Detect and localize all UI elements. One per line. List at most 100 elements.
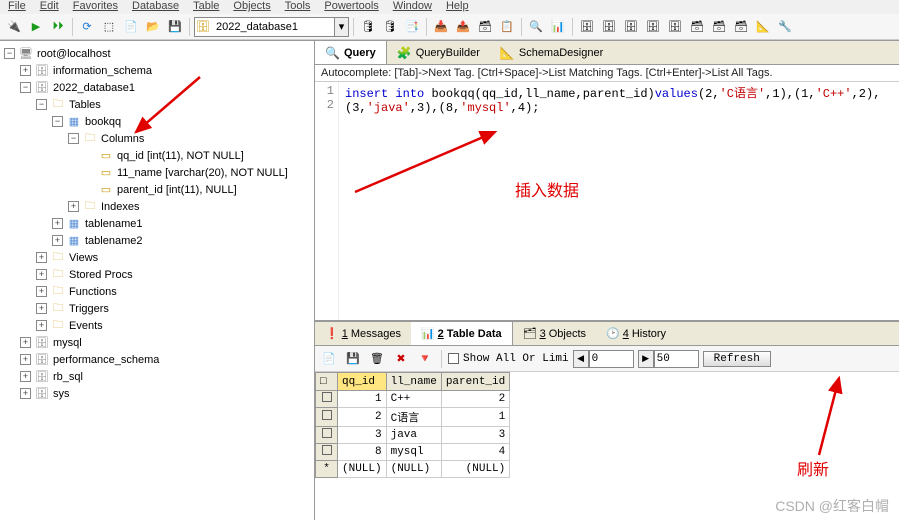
cell[interactable]: 2 — [338, 408, 387, 427]
row-marker[interactable] — [316, 444, 338, 461]
db-tree[interactable]: − 🖥 root@localhost + 🗄 information_schem… — [0, 45, 314, 402]
expand-icon[interactable] — [84, 184, 95, 195]
table-row[interactable]: *(NULL)(NULL)(NULL) — [316, 461, 510, 478]
tree-columns[interactable]: − 🗀 Columns — [0, 130, 314, 147]
menu-tools[interactable]: Tools — [285, 0, 311, 10]
cell[interactable]: 1 — [338, 391, 387, 408]
menu-objects[interactable]: Objects — [233, 0, 270, 10]
qtab-schemadesigner[interactable]: 📐SchemaDesigner — [490, 41, 613, 64]
expand-icon[interactable]: − — [68, 133, 79, 144]
export-icon[interactable]: 📤 — [453, 17, 473, 37]
cell[interactable]: mysql — [386, 444, 441, 461]
limit-from-input[interactable] — [589, 350, 634, 368]
tree-table-tablename2[interactable]: + ▦ tablename2 — [0, 232, 314, 249]
menu-powertools[interactable]: Powertools — [324, 0, 378, 10]
import-icon[interactable]: 📥 — [431, 17, 451, 37]
prev-icon[interactable]: ◀ — [573, 350, 589, 368]
cell[interactable]: (NULL) — [338, 461, 387, 478]
tool3-icon[interactable]: 📑 — [402, 17, 422, 37]
table-row[interactable]: 3java3 — [316, 427, 510, 444]
menu-window[interactable]: Window — [393, 0, 432, 10]
grid-filter-icon[interactable]: 🔻 — [415, 349, 435, 369]
tree-indexes[interactable]: + 🗀 Indexes — [0, 198, 314, 215]
tool-icon[interactable]: 🛢 — [358, 17, 378, 37]
tree-functions[interactable]: + 🗀 Functions — [0, 283, 314, 300]
expand-icon[interactable]: − — [52, 116, 63, 127]
t7-icon[interactable]: 🔍 — [526, 17, 546, 37]
new-conn-icon[interactable]: 🔌 — [4, 17, 24, 37]
tree-table-tablename1[interactable]: + ▦ tablename1 — [0, 215, 314, 232]
save-icon[interactable]: 💾 — [165, 17, 185, 37]
expand-icon[interactable] — [84, 167, 95, 178]
t13-icon[interactable]: 🗄 — [665, 17, 685, 37]
chevron-down-icon[interactable]: ▾ — [334, 18, 348, 36]
t16-icon[interactable]: 🗃 — [731, 17, 751, 37]
t9-icon[interactable]: 🗄 — [577, 17, 597, 37]
menu-favorites[interactable]: Favorites — [73, 0, 118, 10]
cell[interactable]: 8 — [338, 444, 387, 461]
sql-editor[interactable]: 12 insert into bookqq(qq_id,ll_name,pare… — [315, 82, 899, 320]
tree-events[interactable]: + 🗀 Events — [0, 317, 314, 334]
tree-db-sys[interactable]: + 🗄 sys — [0, 385, 314, 402]
expand-icon[interactable]: + — [36, 320, 47, 331]
row-marker[interactable] — [316, 391, 338, 408]
expand-icon[interactable]: + — [20, 65, 31, 76]
database-selector-input[interactable] — [214, 21, 334, 33]
tree-column[interactable]: ▭ parent_id [int(11), NULL] — [0, 181, 314, 198]
expand-icon[interactable]: + — [36, 269, 47, 280]
refresh-icon[interactable]: ⟳ — [77, 17, 97, 37]
tree-procs[interactable]: + 🗀 Stored Procs — [0, 266, 314, 283]
table-row[interactable]: 8mysql4 — [316, 444, 510, 461]
expand-icon[interactable]: + — [36, 303, 47, 314]
expand-icon[interactable]: + — [20, 371, 31, 382]
menu-file[interactable]: File — [8, 0, 26, 10]
tree-table-bookqq[interactable]: − ▦ bookqq — [0, 113, 314, 130]
cell[interactable]: java — [386, 427, 441, 444]
row-marker[interactable] — [316, 408, 338, 427]
new-query-icon[interactable]: 📄 — [121, 17, 141, 37]
result-tab-objects[interactable]: 🗂 3 Objects — [513, 322, 596, 345]
menu-database[interactable]: Database — [132, 0, 179, 10]
cell[interactable]: 2 — [441, 391, 509, 408]
qtab-querybuilder[interactable]: 🧩QueryBuilder — [387, 41, 490, 64]
cell[interactable]: 3 — [441, 427, 509, 444]
grid-new-icon[interactable]: 📄 — [319, 349, 339, 369]
t14-icon[interactable]: 🗃 — [687, 17, 707, 37]
t12-icon[interactable]: 🗄 — [643, 17, 663, 37]
tree-db-rb_sql[interactable]: + 🗄 rb_sql — [0, 368, 314, 385]
row-marker[interactable] — [316, 427, 338, 444]
result-tab-history[interactable]: 🕑 4 History — [596, 322, 676, 345]
tree-db-2022_database1[interactable]: − 🗄 2022_database1 — [0, 79, 314, 96]
expand-icon[interactable]: + — [36, 286, 47, 297]
limit-from[interactable]: ◀ — [573, 350, 634, 368]
expand-icon[interactable]: + — [52, 218, 63, 229]
tree-root[interactable]: − 🖥 root@localhost — [0, 45, 314, 62]
tool2-icon[interactable]: 🛢 — [380, 17, 400, 37]
tree-triggers[interactable]: + 🗀 Triggers — [0, 300, 314, 317]
cell[interactable]: (NULL) — [386, 461, 441, 478]
tree-db-performance_schema[interactable]: + 🗄 performance_schema — [0, 351, 314, 368]
next-icon[interactable]: ▶ — [638, 350, 654, 368]
col-qq_id[interactable]: qq_id — [338, 373, 387, 391]
run-icon[interactable]: ▶ — [26, 17, 46, 37]
database-selector[interactable]: 🗄 ▾ — [194, 17, 349, 37]
t8-icon[interactable]: 📊 — [548, 17, 568, 37]
cell[interactable]: (NULL) — [441, 461, 509, 478]
t6-icon[interactable]: 📋 — [497, 17, 517, 37]
cell[interactable]: C语言 — [386, 408, 441, 427]
cell[interactable]: 4 — [441, 444, 509, 461]
limit-to[interactable]: ▶ — [638, 350, 699, 368]
expand-icon[interactable]: + — [68, 201, 79, 212]
result-tab-messages[interactable]: ❗ 1 Messages — [315, 322, 411, 345]
expand-icon[interactable] — [84, 150, 95, 161]
cell[interactable]: 3 — [338, 427, 387, 444]
col-ll_name[interactable]: ll_name — [386, 373, 441, 391]
t15-icon[interactable]: 🗃 — [709, 17, 729, 37]
cell[interactable]: C++ — [386, 391, 441, 408]
open-icon[interactable]: 📂 — [143, 17, 163, 37]
t5-icon[interactable]: 🗃 — [475, 17, 495, 37]
menu-edit[interactable]: Edit — [40, 0, 59, 10]
showall-checkbox[interactable] — [448, 353, 459, 364]
tree-views[interactable]: + 🗀 Views — [0, 249, 314, 266]
menu-help[interactable]: Help — [446, 0, 469, 10]
